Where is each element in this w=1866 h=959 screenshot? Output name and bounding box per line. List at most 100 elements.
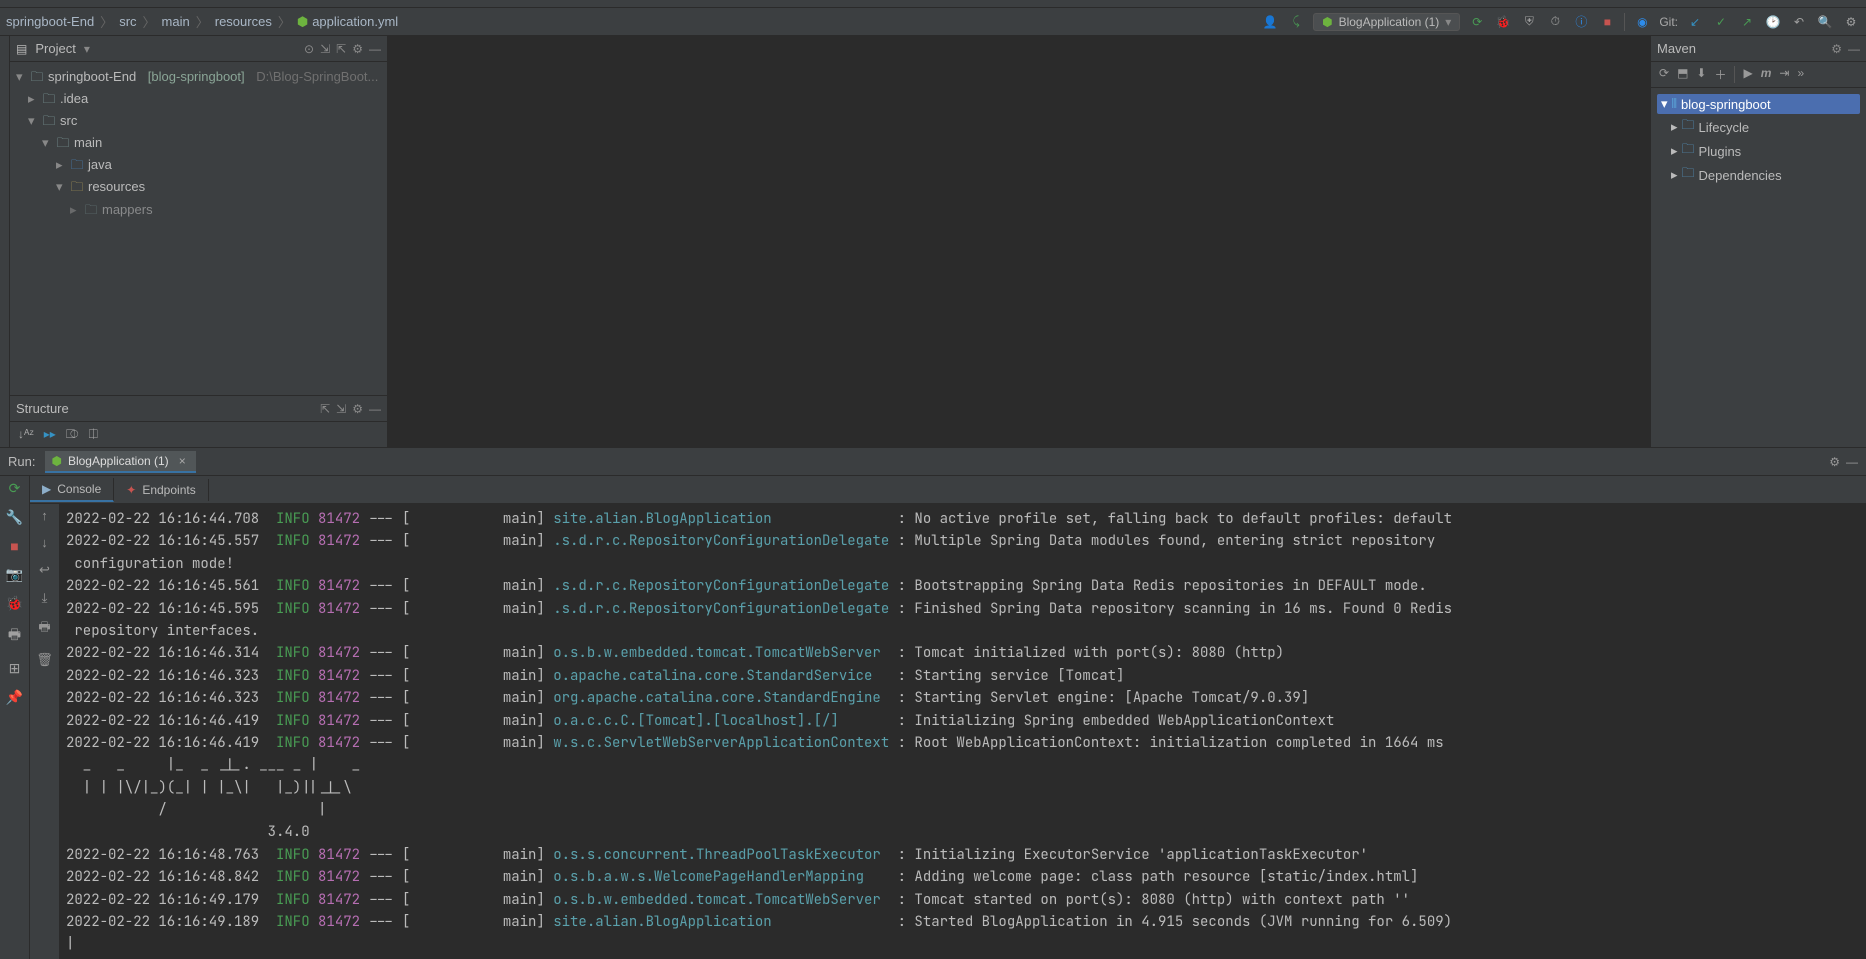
gear-icon[interactable]: ⚙ <box>1842 13 1860 31</box>
profile-icon[interactable]: ⏱ <box>1546 13 1564 31</box>
stop-icon[interactable]: ■ <box>1598 13 1616 31</box>
sort-icon[interactable]: ↓ᴬᶻ <box>18 427 34 442</box>
gear-icon[interactable]: ⚙ <box>352 42 363 56</box>
more-icon[interactable]: » <box>1797 66 1804 83</box>
git-commit-icon[interactable]: ✓ <box>1712 13 1730 31</box>
reload-icon[interactable]: ⟳ <box>1659 66 1669 83</box>
gear-icon[interactable]: ⚙ <box>1831 42 1842 56</box>
log-line: repository interfaces. <box>66 620 1860 642</box>
menu-bar[interactable] <box>0 0 1866 8</box>
stop-icon[interactable]: ■ <box>10 538 18 554</box>
build-icon[interactable]: ⤹ <box>1287 13 1305 31</box>
maven-root[interactable]: blog-springboot <box>1681 97 1771 112</box>
log-line: 2022-02-22 16:16:48.763 INFO 81472 --- [… <box>66 844 1860 866</box>
rerun-icon[interactable]: ⟳ <box>9 480 21 497</box>
breadcrumb-item[interactable]: resources <box>215 14 272 29</box>
breadcrumb-item[interactable]: src <box>119 14 136 29</box>
debug-icon[interactable]: 🐞 <box>1494 13 1512 31</box>
collapse-all-icon[interactable]: ⇱ <box>336 42 346 56</box>
structure-panel-title[interactable]: Structure <box>16 401 69 416</box>
hide-icon[interactable]: — <box>1848 42 1860 56</box>
project-tree[interactable]: ▾🗀 springboot-End [blog-springboot] D:\B… <box>10 62 387 395</box>
chevron-down-icon[interactable]: ▾ <box>84 42 90 56</box>
tree-item-java[interactable]: java <box>88 154 112 176</box>
scroll-end-icon[interactable]: ⤓ <box>42 590 48 606</box>
attach-icon[interactable]: ⓘ <box>1572 13 1590 31</box>
breadcrumb-item[interactable]: application.yml <box>312 14 398 29</box>
toggle-offline-icon[interactable]: ⇥ <box>1779 66 1789 83</box>
soft-wrap-icon[interactable]: ↩ <box>39 562 50 578</box>
git-revert-icon[interactable]: ↶ <box>1790 13 1808 31</box>
log-line: 2022-02-22 16:16:45.595 INFO 81472 --- [… <box>66 598 1860 620</box>
chevron-down-icon: ▾ <box>1445 15 1451 29</box>
print-icon[interactable]: 🖶 <box>38 618 50 640</box>
more-icon[interactable]: ⊞ <box>9 660 21 677</box>
tree-root-name[interactable]: springboot-End <box>48 66 136 88</box>
download-icon[interactable]: ⬇ <box>1696 66 1706 83</box>
ide-status-icon[interactable]: ◉ <box>1633 13 1651 31</box>
project-panel-title[interactable]: Project <box>35 41 75 56</box>
hide-icon[interactable]: — <box>369 402 381 416</box>
expand-all-icon[interactable]: ⇲ <box>320 42 330 56</box>
maven-plugins[interactable]: Plugins <box>1699 144 1742 159</box>
maven-panel-title[interactable]: Maven <box>1657 41 1696 56</box>
tab-console[interactable]: ▶Console <box>30 478 114 502</box>
gear-icon[interactable]: ⚙ <box>1829 455 1840 469</box>
git-history-icon[interactable]: 🕑 <box>1764 13 1782 31</box>
maven-lifecycle[interactable]: Lifecycle <box>1699 120 1750 135</box>
modify-icon[interactable]: 🔧 <box>6 509 23 526</box>
log-line: 3.4.0 <box>66 821 1860 843</box>
pin-icon[interactable]: 📌 <box>6 689 23 706</box>
git-update-icon[interactable]: ↙ <box>1686 13 1704 31</box>
add-icon[interactable]: ＋ <box>1714 66 1726 83</box>
log-line: _ _ |_ _ _|_. ___ _ | _ <box>66 754 1860 776</box>
log-line: 2022-02-22 16:16:46.419 INFO 81472 --- [… <box>66 732 1860 754</box>
up-icon[interactable]: ↑ <box>41 508 48 523</box>
tree-item-main[interactable]: main <box>74 132 102 154</box>
maven-dependencies[interactable]: Dependencies <box>1699 168 1782 183</box>
editor-area[interactable] <box>388 36 1650 447</box>
git-push-icon[interactable]: ↗ <box>1738 13 1756 31</box>
run-tab[interactable]: ⬢ BlogApplication (1) × <box>45 451 195 473</box>
tree-item-src[interactable]: src <box>60 110 77 132</box>
select-opened-icon[interactable]: ⊙ <box>304 42 314 56</box>
collapse-icon[interactable]: ⇲ <box>336 402 346 416</box>
layout-icon[interactable]: 🖶 <box>8 624 21 648</box>
clear-icon[interactable]: 🗑 <box>36 652 53 668</box>
down-icon[interactable]: ↓ <box>41 535 48 550</box>
breadcrumb-item[interactable]: springboot-End <box>6 14 94 29</box>
run-tab-label: BlogApplication (1) <box>68 454 169 468</box>
maven-tool-header: Maven ⚙ — <box>1651 36 1866 62</box>
hide-icon[interactable]: — <box>1846 455 1858 469</box>
gear-icon[interactable]: ⚙ <box>352 402 363 416</box>
console-output[interactable]: 2022-02-22 16:16:44.708 INFO 81472 --- [… <box>60 504 1866 959</box>
hide-icon[interactable]: — <box>369 42 381 56</box>
tree-mode-icon[interactable]: ⎄ <box>66 427 79 442</box>
expand-icon[interactable]: ⇱ <box>320 402 330 416</box>
run-config-selector[interactable]: ⬢ BlogApplication (1) ▾ <box>1313 13 1460 31</box>
search-icon[interactable]: 🔍 <box>1816 13 1834 31</box>
breadcrumb[interactable]: springboot-End〉 src〉 main〉 resources〉 ⬢ … <box>6 12 398 31</box>
maven-tree[interactable]: ▾⫴blog-springboot ▸🗀Lifecycle ▸🗀Plugins … <box>1651 88 1866 192</box>
exit-icon[interactable]: 🐞 <box>6 595 23 612</box>
coverage-icon[interactable]: ⛨ <box>1520 13 1538 31</box>
tree-item-mappers[interactable]: mappers <box>102 199 153 221</box>
generate-sources-icon[interactable]: ⬒ <box>1677 66 1688 83</box>
m-icon[interactable]: m <box>1761 66 1772 83</box>
autoscroll-icon[interactable]: ▸▸ <box>44 427 56 442</box>
add-config-icon[interactable]: 👤 <box>1261 13 1279 31</box>
log-line: | | |\/|_)(_| | |_\| |_)||_|_\ <box>66 777 1860 799</box>
run-icon[interactable]: ▶ <box>1743 66 1752 83</box>
tree-item-idea[interactable]: .idea <box>60 88 88 110</box>
dump-icon[interactable]: 📷 <box>6 566 23 583</box>
tab-endpoints[interactable]: ✦Endpoints <box>114 479 208 501</box>
close-icon[interactable]: × <box>179 454 186 468</box>
left-tool-strip[interactable] <box>0 36 10 447</box>
run-left-toolbar: ⟳ 🔧 ■ 📷 🐞 🖶 ⊞ 📌 <box>0 476 30 959</box>
log-line: 2022-02-22 16:16:45.557 INFO 81472 --- [… <box>66 530 1860 552</box>
breadcrumb-item[interactable]: main <box>162 14 190 29</box>
tree-item-resources[interactable]: resources <box>88 176 145 198</box>
maven-toolbar: ⟳ ⬒ ⬇ ＋ ▶ m ⇥ » <box>1651 62 1866 88</box>
flat-mode-icon[interactable]: ⎅ <box>89 427 99 442</box>
rerun-icon[interactable]: ⟳ <box>1468 13 1486 31</box>
